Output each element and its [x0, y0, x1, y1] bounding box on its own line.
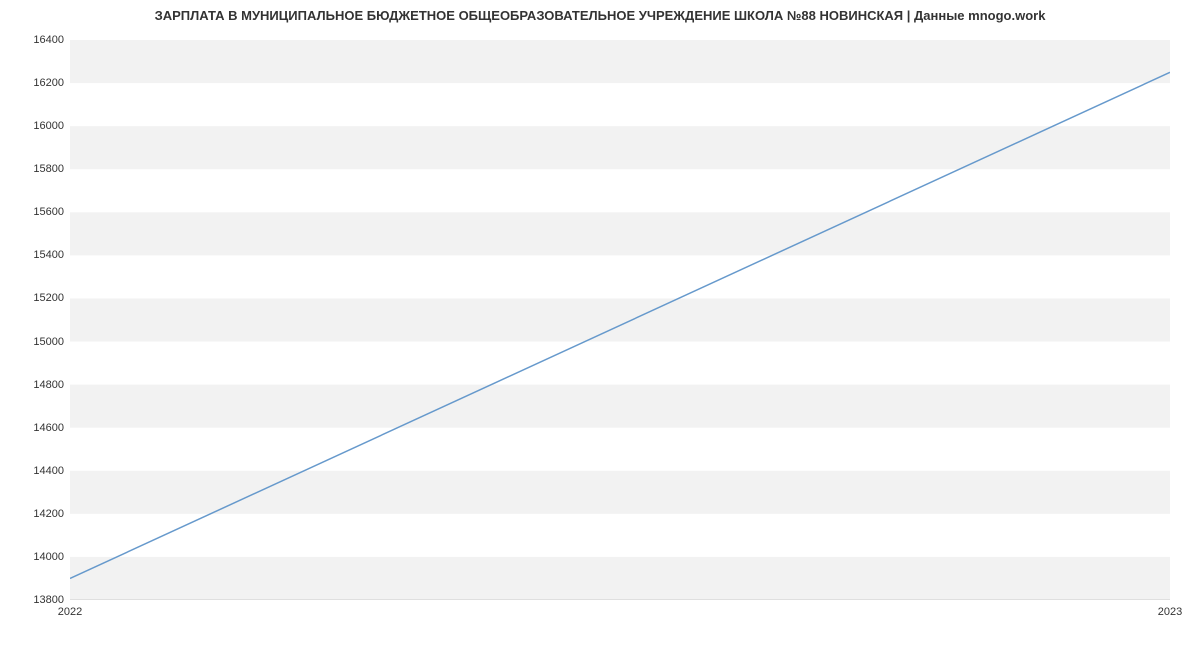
grid-band [70, 557, 1170, 600]
grid-band [70, 471, 1170, 514]
chart-title: ЗАРПЛАТА В МУНИЦИПАЛЬНОЕ БЮДЖЕТНОЕ ОБЩЕО… [0, 8, 1200, 23]
grid-band [70, 298, 1170, 341]
x-tick-label: 2023 [1158, 606, 1182, 618]
y-tick-label: 15400 [4, 249, 64, 261]
y-tick-label: 15000 [4, 336, 64, 348]
y-tick-label: 14200 [4, 508, 64, 520]
y-tick-label: 15800 [4, 163, 64, 175]
grid-band [70, 212, 1170, 255]
grid-band [70, 40, 1170, 83]
y-tick-label: 16000 [4, 120, 64, 132]
grid-bands [70, 40, 1170, 600]
chart-container: ЗАРПЛАТА В МУНИЦИПАЛЬНОЕ БЮДЖЕТНОЕ ОБЩЕО… [0, 0, 1200, 650]
grid-band [70, 385, 1170, 428]
y-tick-label: 15600 [4, 206, 64, 218]
y-tick-label: 15200 [4, 292, 64, 304]
y-tick-label: 13800 [4, 594, 64, 606]
y-tick-label: 14000 [4, 551, 64, 563]
y-tick-label: 16200 [4, 77, 64, 89]
plot-area [70, 40, 1170, 600]
y-tick-label: 14600 [4, 422, 64, 434]
y-tick-label: 16400 [4, 34, 64, 46]
y-tick-label: 14800 [4, 379, 64, 391]
x-tick-label: 2022 [58, 606, 82, 618]
y-tick-label: 14400 [4, 465, 64, 477]
